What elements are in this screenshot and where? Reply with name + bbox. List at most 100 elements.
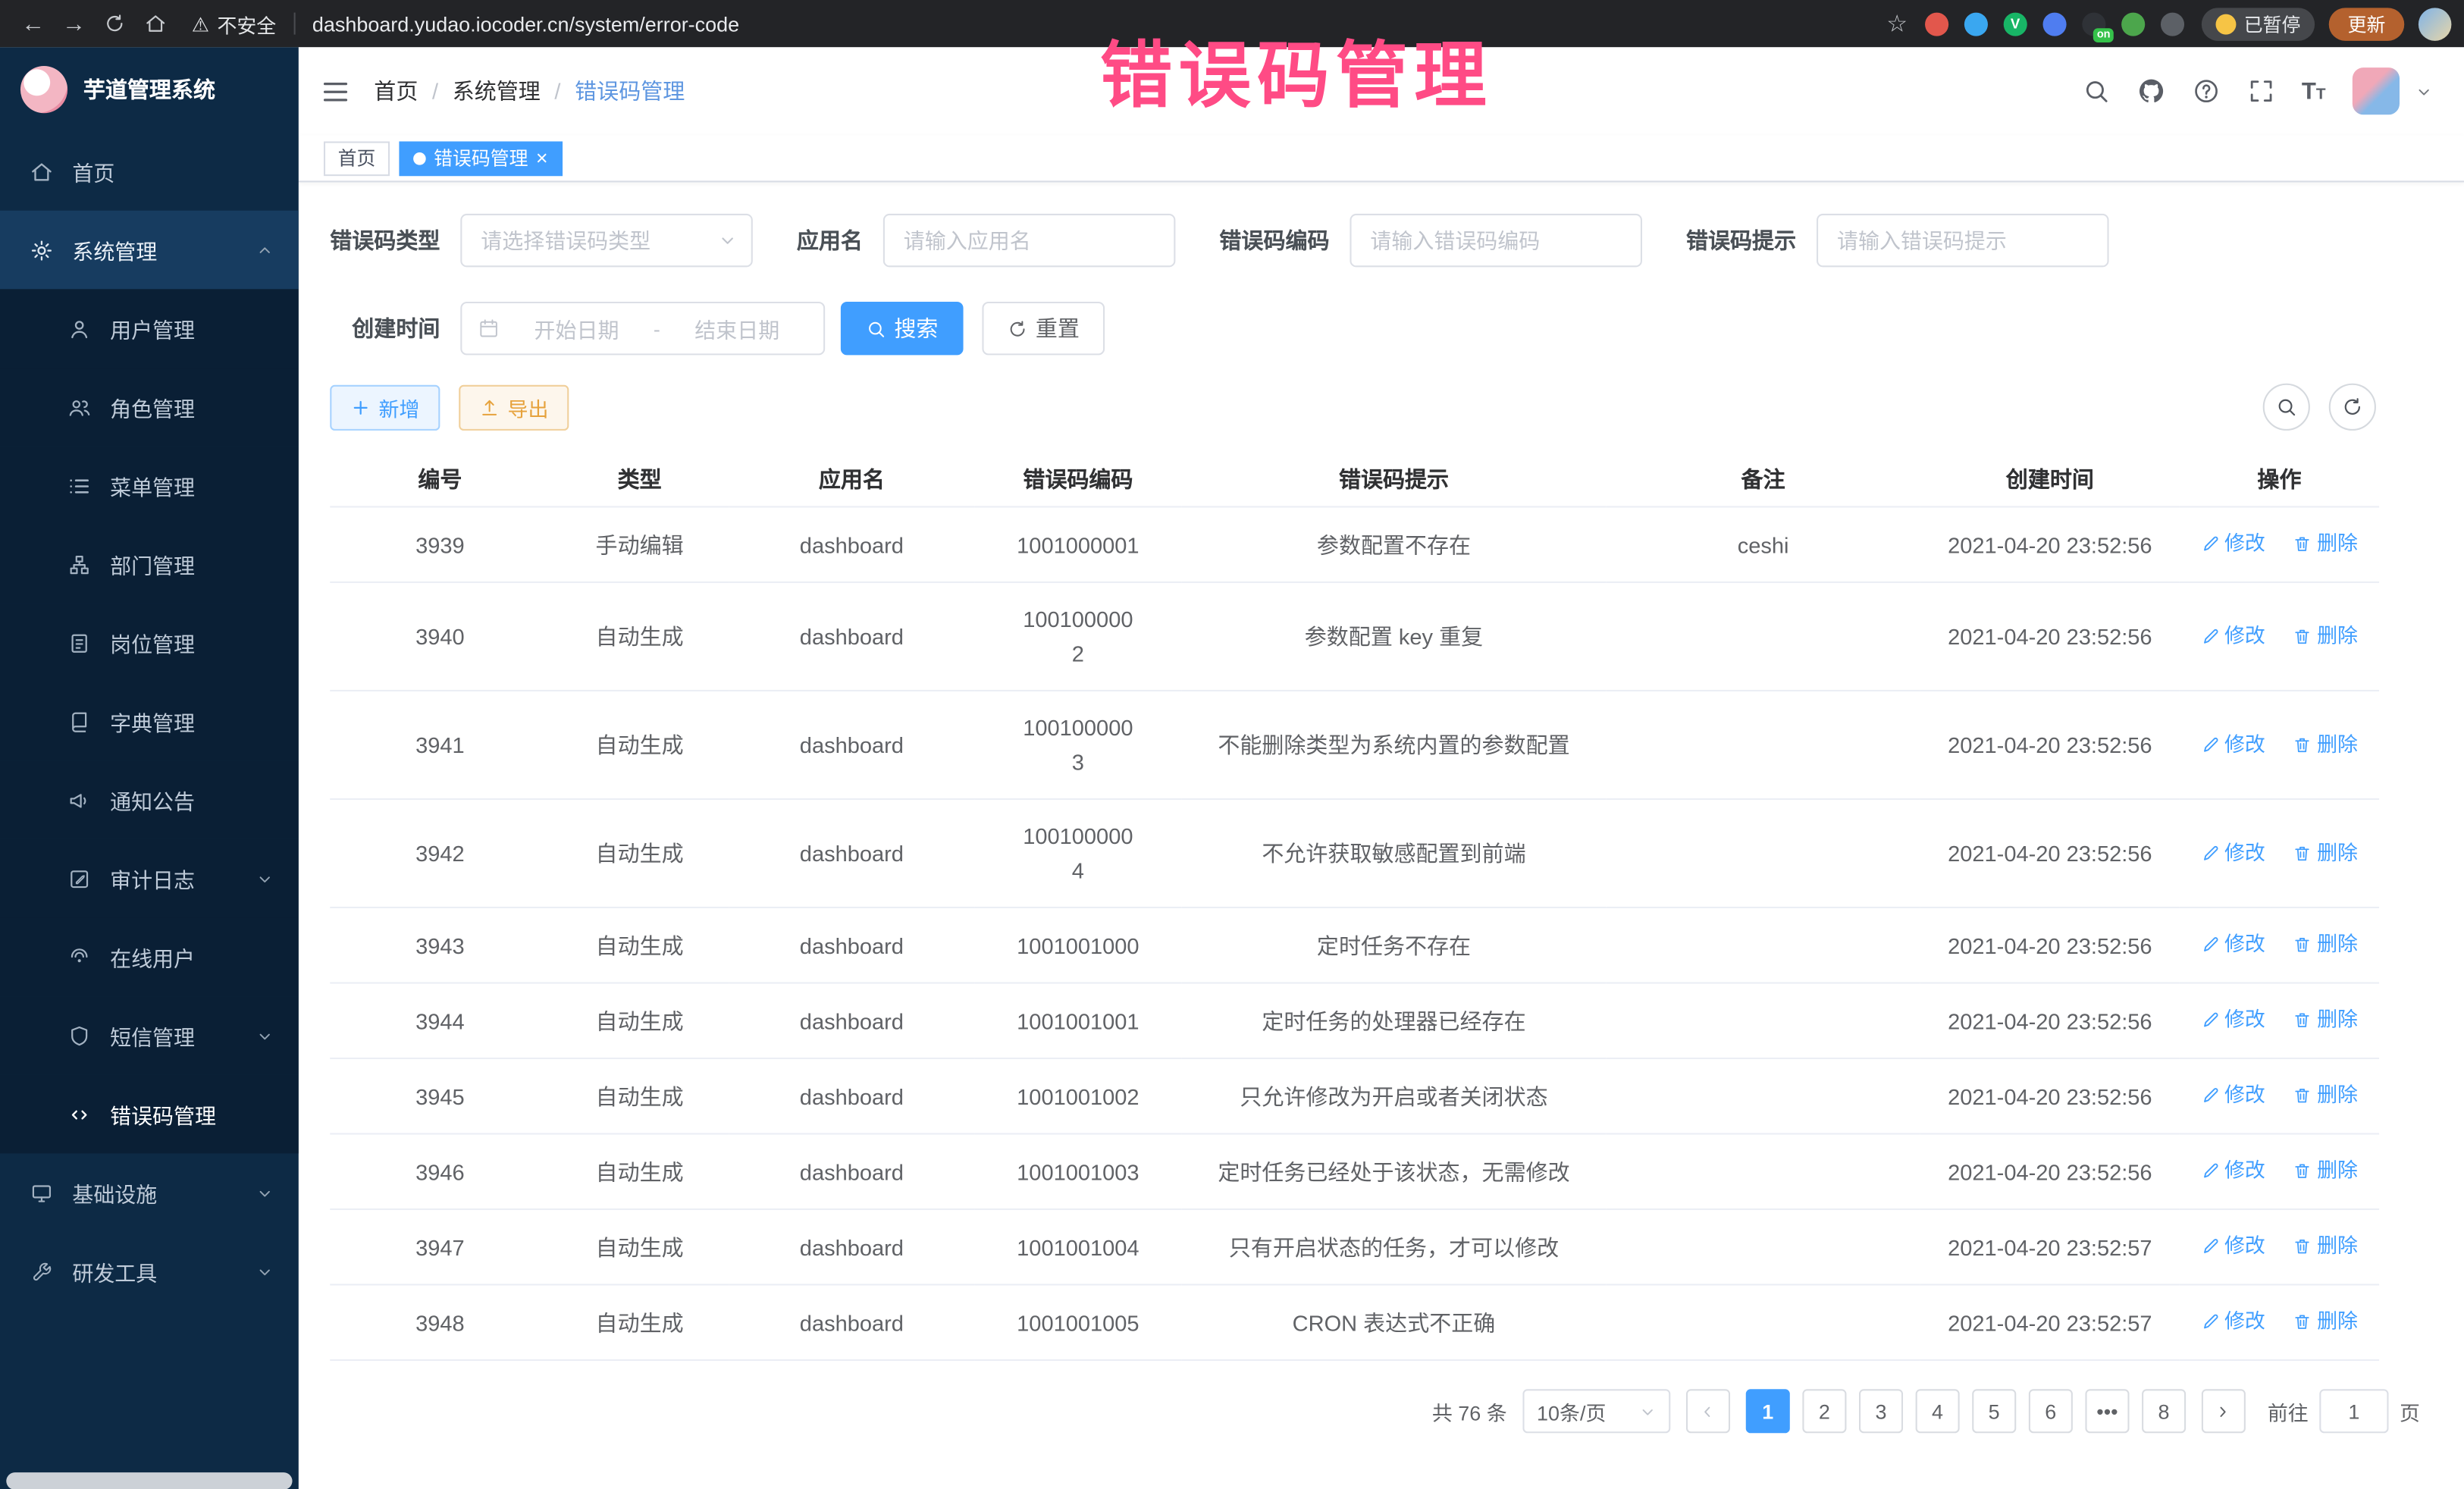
browser-extension-icon[interactable] — [1925, 12, 1948, 36]
sidebar-item-icon — [67, 1023, 91, 1047]
export-button[interactable]: 导出 — [459, 384, 569, 430]
breadcrumb-link[interactable]: 首页 — [374, 75, 418, 106]
browser-extension-icon[interactable]: on — [2082, 12, 2105, 36]
page-button[interactable]: 8 — [2142, 1389, 2186, 1433]
page-button[interactable]: 5 — [1972, 1389, 2016, 1433]
page-button[interactable]: 3 — [1859, 1389, 1903, 1433]
error-code-input[interactable] — [1352, 215, 1641, 265]
url-bar[interactable]: dashboard.yudao.iocoder.cn/system/error-… — [312, 12, 1870, 36]
sidebar-item[interactable]: 研发工具 — [0, 1232, 299, 1311]
sidebar-item[interactable]: 首页 — [0, 132, 299, 211]
column-header: 错误码编码 — [974, 453, 1182, 507]
forward-icon[interactable]: → — [53, 10, 94, 36]
tab[interactable]: 首页× — [324, 141, 390, 176]
help-icon[interactable] — [2192, 77, 2220, 105]
app-name-input[interactable] — [885, 215, 1174, 265]
user-avatar[interactable] — [2353, 67, 2400, 114]
font-size-icon[interactable]: TT — [2302, 80, 2326, 103]
edit-link[interactable]: 修改 — [2201, 927, 2265, 962]
delete-link[interactable]: 删除 — [2293, 1002, 2358, 1037]
show-search-icon[interactable] — [2263, 384, 2310, 431]
browser-extension-icon[interactable]: V — [2004, 12, 2027, 36]
edit-link[interactable]: 修改 — [2201, 1229, 2265, 1264]
browser-home-icon[interactable] — [135, 13, 176, 35]
page-button[interactable]: 1 — [1746, 1389, 1790, 1433]
browser-extension-icon[interactable] — [2121, 12, 2145, 36]
sidebar-item[interactable]: 基础设施 — [0, 1153, 299, 1232]
page-button[interactable]: 2 — [1802, 1389, 1846, 1433]
delete-link[interactable]: 删除 — [2293, 1153, 2358, 1188]
delete-link[interactable]: 删除 — [2293, 927, 2358, 962]
start-date-placeholder[interactable]: 开始日期 — [506, 312, 647, 343]
sidebar-item[interactable]: 菜单管理 — [0, 447, 299, 525]
delete-link[interactable]: 删除 — [2293, 1078, 2358, 1113]
page-size-select[interactable]: 10条/页 — [1522, 1389, 1670, 1433]
reload-icon[interactable] — [94, 13, 135, 35]
fullscreen-icon[interactable] — [2246, 77, 2274, 105]
filter-app-label: 应用名 — [797, 224, 863, 255]
table-row: 3947 自动生成 dashboard 1001001004 只有开启状态的任务… — [330, 1209, 2379, 1284]
sidebar-item[interactable]: 短信管理 — [0, 996, 299, 1075]
delete-link[interactable]: 删除 — [2293, 835, 2358, 870]
date-range-picker[interactable]: 开始日期 - 结束日期 — [460, 302, 825, 355]
app-logo[interactable]: 芋道管理系统 — [0, 47, 299, 132]
bookmark-star-icon[interactable]: ☆ — [1886, 9, 1908, 37]
security-indicator[interactable]: ⚠不安全 — [192, 8, 276, 38]
delete-link[interactable]: 删除 — [2293, 1304, 2358, 1339]
search-button[interactable]: 搜索 — [841, 302, 964, 355]
sidebar-item[interactable]: 错误码管理 — [0, 1075, 299, 1154]
edit-link[interactable]: 修改 — [2201, 1153, 2265, 1188]
sidebar-item[interactable]: 用户管理 — [0, 289, 299, 368]
prev-page-button[interactable] — [1686, 1389, 1730, 1433]
next-page-button[interactable] — [2202, 1389, 2246, 1433]
sidebar-item[interactable]: 角色管理 — [0, 368, 299, 447]
paused-badge[interactable]: 已暂停 — [2202, 7, 2315, 40]
edit-link[interactable]: 修改 — [2201, 1304, 2265, 1339]
browser-profile-avatar[interactable] — [2419, 7, 2452, 40]
refresh-table-icon[interactable] — [2329, 384, 2376, 431]
page-button[interactable]: ••• — [2085, 1389, 2129, 1433]
sidebar-item[interactable]: 审计日志 — [0, 839, 299, 918]
page-button[interactable]: 4 — [1916, 1389, 1960, 1433]
delete-link[interactable]: 删除 — [2293, 526, 2358, 561]
sidebar-item[interactable]: 在线用户 — [0, 917, 299, 996]
close-icon[interactable]: × — [536, 148, 548, 168]
page-button[interactable]: 6 — [2029, 1389, 2073, 1433]
delete-link[interactable]: 删除 — [2293, 1229, 2358, 1264]
edit-link[interactable]: 修改 — [2201, 727, 2265, 762]
edit-link[interactable]: 修改 — [2201, 1078, 2265, 1113]
breadcrumb-link[interactable]: 错误码管理 — [575, 75, 685, 106]
github-icon[interactable] — [2136, 77, 2165, 105]
sidebar-item[interactable]: 系统管理 — [0, 211, 299, 290]
sidebar-item[interactable]: 字典管理 — [0, 682, 299, 761]
end-date-placeholder[interactable]: 结束日期 — [666, 312, 807, 343]
cell-operations: 修改 删除 — [2180, 1133, 2379, 1208]
edit-link[interactable]: 修改 — [2201, 619, 2265, 654]
edit-link[interactable]: 修改 — [2201, 526, 2265, 561]
error-type-select[interactable] — [460, 214, 753, 267]
error-type-input[interactable] — [462, 215, 751, 265]
back-icon[interactable]: ← — [13, 10, 54, 36]
reset-button[interactable]: 重置 — [982, 302, 1105, 355]
browser-extension-icon[interactable] — [1964, 12, 1988, 36]
sidebar-item[interactable]: 通知公告 — [0, 760, 299, 839]
edit-link[interactable]: 修改 — [2201, 1002, 2265, 1037]
sidebar-item[interactable]: 部门管理 — [0, 525, 299, 603]
browser-extension-icon[interactable] — [2042, 12, 2066, 36]
browser-extension-icon[interactable] — [2161, 12, 2184, 36]
sidebar-item[interactable]: 岗位管理 — [0, 603, 299, 682]
add-button[interactable]: 新增 — [330, 384, 440, 430]
goto-page-input[interactable] — [2319, 1389, 2388, 1433]
update-button[interactable]: 更新 — [2329, 7, 2405, 40]
caret-down-icon[interactable] — [2415, 83, 2433, 100]
sidebar-scrollbar[interactable] — [6, 1472, 292, 1489]
hamburger-icon[interactable] — [321, 77, 350, 106]
delete-link[interactable]: 删除 — [2293, 619, 2358, 654]
error-hint-input[interactable] — [1818, 215, 2107, 265]
delete-link[interactable]: 删除 — [2293, 727, 2358, 762]
cell-operations: 修改 删除 — [2180, 1209, 2379, 1284]
tab[interactable]: 错误码管理× — [399, 141, 562, 176]
breadcrumb-link[interactable]: 系统管理 — [453, 75, 541, 106]
search-icon[interactable] — [2082, 77, 2110, 105]
edit-link[interactable]: 修改 — [2201, 835, 2265, 870]
